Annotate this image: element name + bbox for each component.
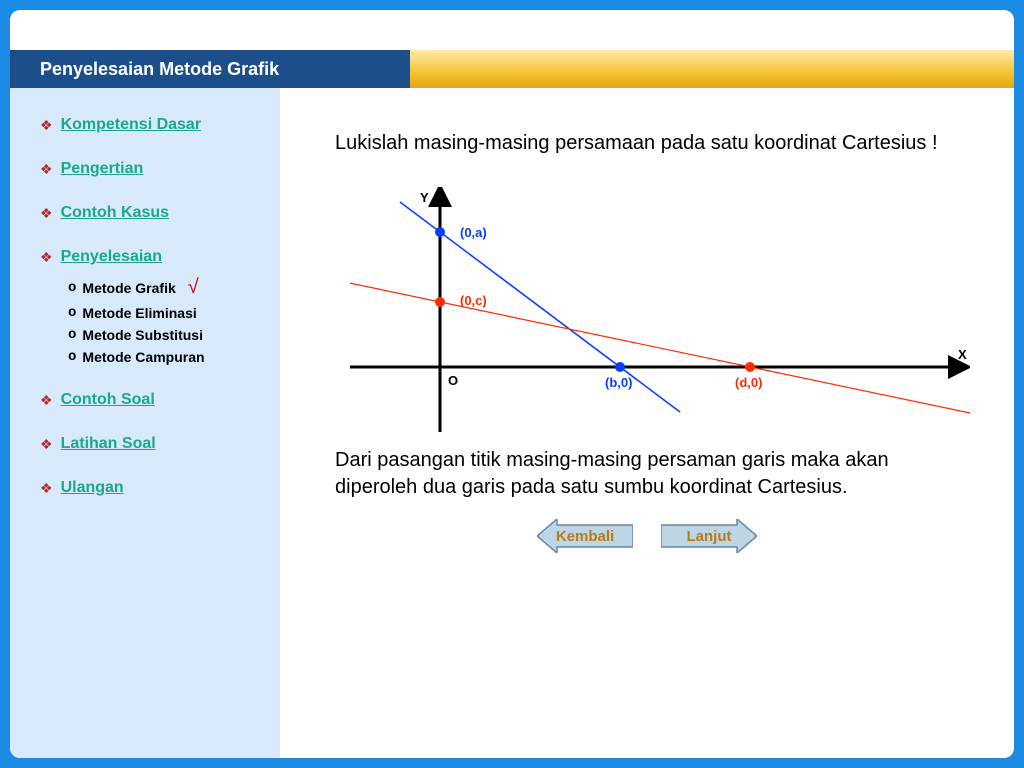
sidebar-subitem-metode-eliminasi[interactable]: o Metode Eliminasi xyxy=(68,305,262,321)
point-label-d0: (d,0) xyxy=(735,375,762,390)
diamond-icon: ❖ xyxy=(40,437,53,451)
sidebar-item-label: Latihan Soal xyxy=(61,435,156,453)
diamond-icon: ❖ xyxy=(40,118,53,132)
sidebar-item-contoh-soal[interactable]: ❖ Contoh Soal xyxy=(40,391,262,409)
sidebar-item-ulangan[interactable]: ❖ Ulangan xyxy=(40,479,262,497)
diamond-icon: ❖ xyxy=(40,481,53,495)
bullet-icon: o xyxy=(68,280,76,296)
point-label-b0: (b,0) xyxy=(605,375,632,390)
sidebar-item-label: Contoh Kasus xyxy=(61,204,169,222)
bullet-icon: o xyxy=(68,349,76,365)
bullet-icon: o xyxy=(68,305,76,321)
sidebar-item-label: Ulangan xyxy=(61,479,124,497)
sidebar-subitem-label: Metode Grafik xyxy=(82,280,175,296)
body-text: Dari pasangan titik masing-masing persam… xyxy=(335,447,974,501)
y-axis-label: Y xyxy=(420,190,429,205)
sidebar-item-penyelesaian[interactable]: ❖ Penyelesaian o Metode Grafik √ o Metod… xyxy=(40,248,262,365)
page-title-bar: Penyelesaian Metode Grafik xyxy=(10,50,410,88)
cartesian-graph: Y X O (0,a) (0,c) (b,0) (d,0) xyxy=(350,187,970,437)
check-icon: √ xyxy=(188,276,199,299)
diamond-icon: ❖ xyxy=(40,250,53,264)
sidebar-item-latihan-soal[interactable]: ❖ Latihan Soal xyxy=(40,435,262,453)
sidebar-item-label: Kompetensi Dasar xyxy=(61,116,202,134)
sidebar-item-kompetensi-dasar[interactable]: ❖ Kompetensi Dasar xyxy=(40,116,262,134)
sidebar-subitem-label: Metode Eliminasi xyxy=(82,305,196,321)
next-button-label: Lanjut xyxy=(687,528,732,545)
sidebar-subitem-metode-grafik[interactable]: o Metode Grafik √ xyxy=(68,276,262,299)
sidebar-item-pengertian[interactable]: ❖ Pengertian xyxy=(40,160,262,178)
diamond-icon: ❖ xyxy=(40,393,53,407)
diamond-icon: ❖ xyxy=(40,162,53,176)
diamond-icon: ❖ xyxy=(40,206,53,220)
bullet-icon: o xyxy=(68,327,76,343)
sidebar-subitem-metode-substitusi[interactable]: o Metode Substitusi xyxy=(68,327,262,343)
nav-buttons: Kembali Lanjut xyxy=(310,519,984,553)
sidebar-subitem-metode-campuran[interactable]: o Metode Campuran xyxy=(68,349,262,365)
next-button[interactable]: Lanjut xyxy=(661,519,757,553)
sidebar-subitem-label: Metode Substitusi xyxy=(82,327,203,343)
sidebar-item-label: Contoh Soal xyxy=(61,391,155,409)
back-button-label: Kembali xyxy=(556,528,614,545)
point-label-0c: (0,c) xyxy=(460,293,487,308)
origin-label: O xyxy=(448,373,458,388)
sidebar-item-label: Pengertian xyxy=(61,160,144,178)
sidebar-item-label: Penyelesaian xyxy=(61,248,162,266)
back-button[interactable]: Kembali xyxy=(537,519,633,553)
sidebar-subitem-label: Metode Campuran xyxy=(82,349,204,365)
gold-band xyxy=(360,50,1014,88)
page-title: Penyelesaian Metode Grafik xyxy=(40,59,279,80)
sidebar: ❖ Kompetensi Dasar ❖ Pengertian ❖ Contoh… xyxy=(10,88,280,758)
lead-text: Lukislah masing-masing persamaan pada sa… xyxy=(335,130,974,157)
point-label-0a: (0,a) xyxy=(460,225,487,240)
sidebar-item-contoh-kasus[interactable]: ❖ Contoh Kasus xyxy=(40,204,262,222)
x-axis-label: X xyxy=(958,347,967,362)
main-content: Lukislah masing-masing persamaan pada sa… xyxy=(310,110,984,738)
